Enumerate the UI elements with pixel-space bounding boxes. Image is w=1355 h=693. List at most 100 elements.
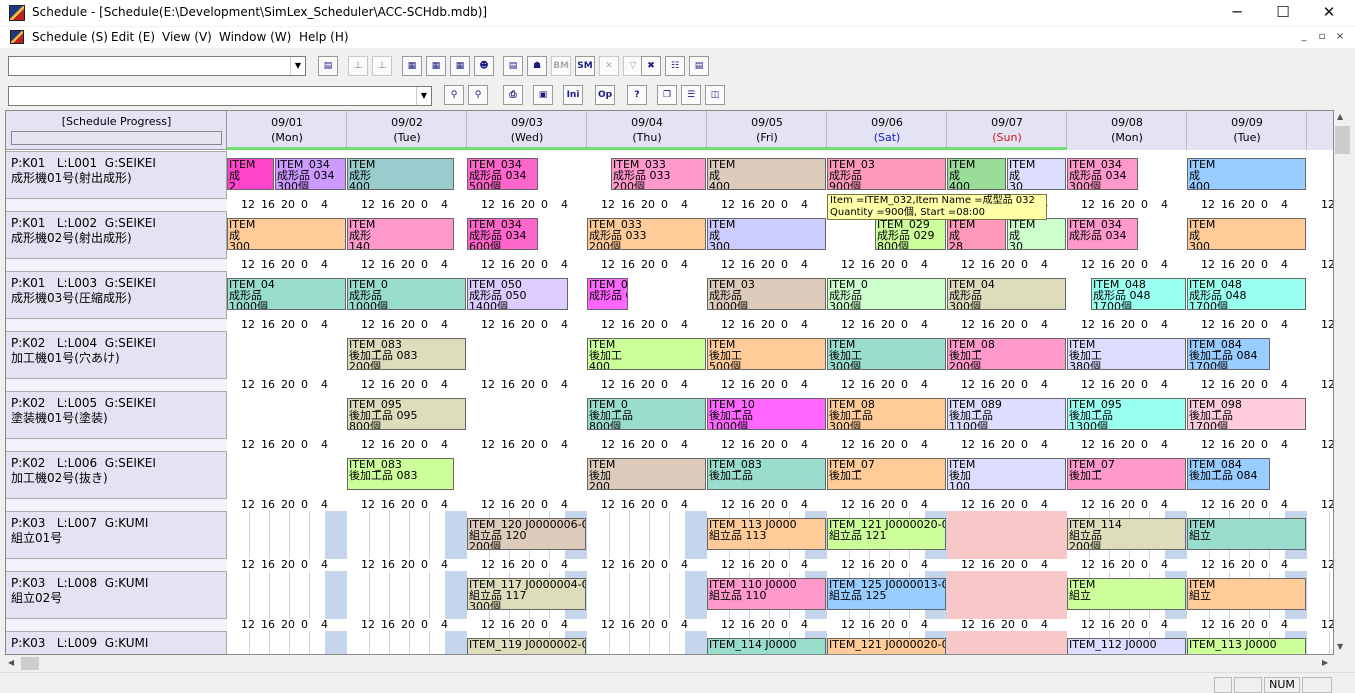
resource-label[interactable]: P:K02 L:L005 G:SEIKEI 塗装機01号(塗装) [6,391,227,439]
scroll-up-icon[interactable]: ▲ [1337,112,1343,121]
schedule-bar[interactable]: ITEM_083 後加工品 083 200個 [347,338,466,370]
schedule-bar[interactable]: ITEM 後加工 380個 [1067,338,1186,370]
schedule-bar[interactable]: ITEM_0 成形品 1000個 [347,278,466,310]
schedule-bar[interactable]: ITEM_04 成形品 300個 [947,278,1066,310]
schedule-bar[interactable]: ITEM 成形 400 [347,158,454,190]
chart-icon[interactable]: ▦ [402,56,422,76]
schedule-bar[interactable]: ITEM_033 成形品 033 200個 [611,158,706,190]
resource-track[interactable]: ITEM_120 J0000006-001 組立品 120 200個 ITEM_1… [227,511,1333,559]
menu-schedule[interactable]: Schedule (S) [32,30,108,44]
schedule-bar[interactable]: ITEM 組立 [1187,578,1306,610]
schedule-bar[interactable]: ITEM_034 成形品 034 500個 [467,158,538,190]
menu-edit[interactable]: Edit (E) [111,30,155,44]
resource-track[interactable]: ITEM 成 300 ITEM 成形 140 ITEM_034 成形品 034 60… [227,211,1333,259]
schedule-bar[interactable]: ITEM_048 成形品 048 1700個 [1187,278,1306,310]
schedule-bar[interactable]: ITEM_034 成形品 034 300個 [275,158,346,190]
schedule-bar[interactable]: ITEM_08 後加工品 300個 [827,398,946,430]
resource-track[interactable]: ITEM_04 成形品 1000個 ITEM_0 成形品 1000個 ITEM_05… [227,271,1333,319]
schedule-bar[interactable]: ITEM_050 成形品 050 1400個 [467,278,568,310]
day-header-7[interactable]: 09/08 (Mon) [1067,111,1187,150]
mdi-minimize-button[interactable]: _ [1296,30,1312,44]
resource-track[interactable]: ITEM 成 2 ITEM_034 成形品 034 300個 ITEM 成形 400… [227,151,1333,199]
day-header-8[interactable]: 09/09 (Tue) [1187,111,1307,150]
schedule-bar[interactable]: ITEM 成 28 [947,218,1006,250]
schedule-bar[interactable]: ITEM 成 300 [1187,218,1306,250]
horizontal-scrollbar[interactable]: ◀ ▶ [5,655,1334,672]
schedule-bar[interactable]: ITEM_121 J0000020-002 組立品 121 [827,518,946,550]
menu-help[interactable]: Help (H) [299,30,349,44]
resource-combo[interactable]: ▼ [8,86,432,106]
menu-window[interactable]: Window (W) [219,30,291,44]
binoculars-icon[interactable]: ⚲ [444,85,464,105]
schedule-bar[interactable]: ITEM_084 後加工品 084 1700個 [1187,338,1270,370]
schedule-bar[interactable]: ITEM_114 J0000 [707,638,826,654]
resource-label[interactable]: P:K01 L:L003 G:SEIKEI 成形機03号(圧縮成形) [6,271,227,319]
vertical-scroll-thumb[interactable] [1335,126,1350,154]
resource-label[interactable]: P:K01 L:L001 G:SEIKEI 成形機01号(射出成形) [6,151,227,199]
mdi-close-button[interactable]: × [1332,30,1348,44]
schedule-bar[interactable]: ITEM 後加 200 [587,458,706,490]
chevron-down-icon[interactable]: ▼ [290,57,305,75]
tree-icon[interactable]: ⊥ [348,56,368,76]
schedule-bar[interactable]: ITEM 成 300 [707,218,826,250]
resource-label[interactable]: P:K01 L:L002 G:SEIKEI 成形機02号(射出成形) [6,211,227,259]
horizontal-scroll-thumb[interactable] [21,657,39,670]
help-icon[interactable]: ? [627,85,647,105]
schedule-bar[interactable]: ITEM_095 後加工品 1300個 [1067,398,1186,430]
schedule-bar[interactable]: ITEM_113 J0000 [1187,638,1306,654]
schedule-bar[interactable]: ITEM_046 成形品 046 [587,278,628,310]
schedule-bar[interactable]: ITEM 成 400 [707,158,826,190]
schedule-bar[interactable]: ITEM_120 J0000006-001 組立品 120 200個 [467,518,586,550]
window-icon[interactable]: ▣ [533,85,553,105]
person-icon[interactable]: ☻ [474,56,494,76]
schedule-bar[interactable]: ITEM 成形 140 [347,218,454,250]
op-icon[interactable]: Op [595,85,615,105]
resource-track[interactable]: ITEM_083 後加工品 083 200個 ITEM 後加工 400 ITEM 後… [227,331,1333,379]
delete-icon[interactable]: ✖ [641,56,661,76]
tile-vertical-icon[interactable]: ◫ [705,85,725,105]
schedule-bar[interactable]: ITEM_029 成形品 029 800個 [875,218,946,250]
resource-track[interactable]: ITEM_083 後加工品 083 ITEM 後加 200 ITEM_083 後加… [227,451,1333,499]
resource-track[interactable]: ITEM_095 後加工品 095 800個 ITEM_0 後加工品 800個 IT… [227,391,1333,439]
schedule-bar[interactable]: ITEM_119 J0000002-00 [467,638,586,654]
day-header-6[interactable]: 09/07 (Sun) [947,111,1067,150]
print-preview-icon[interactable]: ▤ [318,56,338,76]
schedule-bar[interactable]: ITEM_03 成形品 900個 [827,158,946,190]
schedule-bar[interactable]: ITEM_048 成形品 048 1700個 [1091,278,1186,310]
schedule-bar[interactable]: ITEM_083 後加工品 [707,458,826,490]
chevron-down-icon[interactable]: ▼ [416,87,431,105]
schedule-bar[interactable]: ITEM_110 J0000 組立品 110 [707,578,826,610]
schedule-bar[interactable]: ITEM 組立 [1187,518,1306,550]
schedule-bar[interactable]: ITEM 成 400 [947,158,1006,190]
schedule-bar[interactable]: ITEM_07 後加工 [1067,458,1186,490]
tree-edit-icon[interactable]: ⊥ [372,56,392,76]
schedule-bar[interactable]: ITEM_112 J0000 [1067,638,1186,654]
schedule-bar[interactable]: ITEM_03 成形品 1000個 [707,278,826,310]
resource-label[interactable]: P:K03 L:L008 G:KUMI 組立02号 [6,571,227,619]
sm-icon[interactable]: SM [575,56,595,76]
day-header-4[interactable]: 09/05 (Fri) [707,111,827,150]
schedule-bar[interactable]: ITEM 成 2 [227,158,274,190]
schedule-bar[interactable]: ITEM_10 後加工品 1000個 [707,398,826,430]
scroll-right-icon[interactable]: ▶ [1322,658,1328,667]
vertical-scrollbar[interactable]: ▲ ▼ [1334,110,1351,655]
schedule-bar[interactable]: ITEM_095 後加工品 095 800個 [347,398,466,430]
schedule-bar[interactable]: ITEM 後加工 300個 [827,338,946,370]
mdi-document-icon[interactable] [10,30,24,44]
schedule-grid[interactable]: [Schedule Progress] 09/01 (Mon) 09/02 (Tue)… [5,110,1334,655]
schedule-bar[interactable]: ITEM_0 成形品 300個 [827,278,946,310]
schedule-bar[interactable]: ITEM_113 J0000 組立品 113 [707,518,826,550]
scroll-left-icon[interactable]: ◀ [8,658,14,667]
mdi-restore-button[interactable]: ▫ [1314,30,1330,44]
schedule-bar[interactable]: ITEM 成 30 [1007,158,1066,190]
hierarchy-icon[interactable]: ☗ [527,56,547,76]
page-icon[interactable]: ▤ [689,56,709,76]
schedule-bar[interactable]: ITEM 成 30 [1007,218,1066,250]
schedule-bar[interactable]: ITEM_08 後加工 200個 [947,338,1066,370]
schedule-bar[interactable]: ITEM_034 成形品 034 300個 [1067,158,1138,190]
funnel-icon[interactable]: ▽ [623,56,643,76]
cross-icon[interactable]: ✕ [599,56,619,76]
chart3-icon[interactable]: ▦ [450,56,470,76]
schedule-bar[interactable]: ITEM_117 J0000004-002 組立品 117 300個 [467,578,586,610]
day-header-2[interactable]: 09/03 (Wed) [467,111,587,150]
